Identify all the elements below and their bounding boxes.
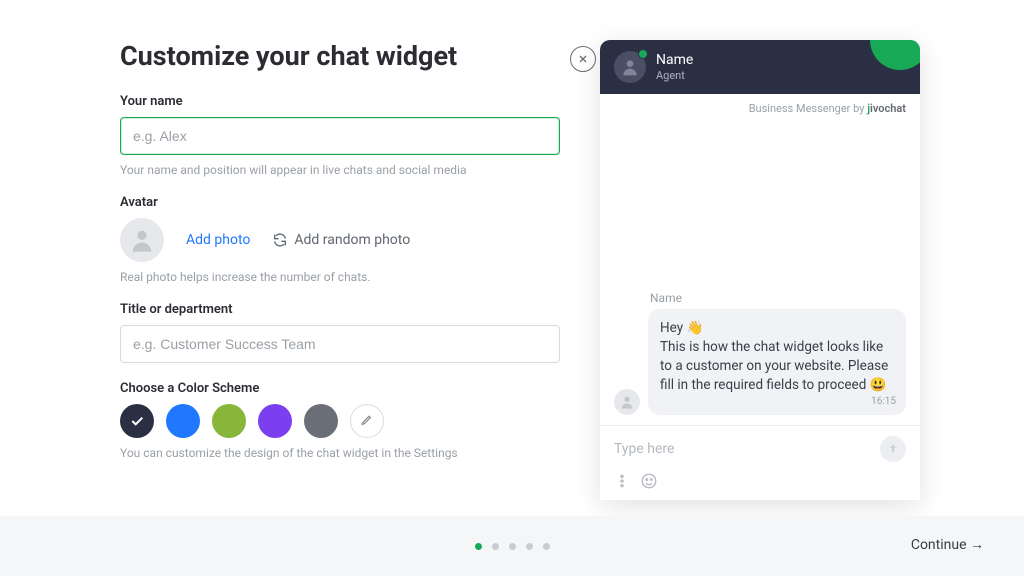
eyedropper-icon	[359, 413, 375, 429]
emoji-icon[interactable]	[640, 472, 658, 490]
step-dot-1[interactable]	[475, 543, 482, 550]
color-section: Choose a Color Scheme You can customize …	[120, 381, 560, 460]
color-swatch-3[interactable]	[212, 404, 246, 438]
add-photo-button[interactable]: Add photo	[186, 232, 250, 248]
color-swatch-5[interactable]	[304, 404, 338, 438]
step-dot-2[interactable]	[492, 543, 499, 550]
message-sender-name: Name	[648, 291, 906, 305]
chat-preview: Name Agent Business Messenger by jivocha…	[600, 40, 920, 500]
page-title: Customize your chat widget	[120, 40, 560, 72]
chat-input-area: Type here	[600, 425, 920, 500]
chat-header-name: Name	[656, 52, 693, 68]
continue-button[interactable]: Continue →	[911, 536, 984, 553]
chat-header-role: Agent	[656, 69, 693, 82]
title-section: Title or department	[120, 302, 560, 363]
more-icon[interactable]	[614, 473, 630, 489]
step-indicator	[475, 543, 550, 550]
color-help: You can customize the design of the chat…	[120, 446, 560, 460]
powered-prefix: Business Messenger by	[749, 102, 867, 115]
step-dot-4[interactable]	[526, 543, 533, 550]
message-text: Hey 👋 This is how the chat widget looks …	[660, 320, 888, 393]
person-icon	[620, 57, 640, 77]
avatar-help: Real photo helps increase the number of …	[120, 270, 560, 284]
check-icon	[129, 413, 145, 429]
color-swatch-4[interactable]	[258, 404, 292, 438]
step-dot-3[interactable]	[509, 543, 516, 550]
message-avatar	[614, 389, 640, 415]
chat-header: Name Agent	[600, 40, 920, 94]
powered-brand: ivochat	[870, 102, 906, 115]
avatar-section: Avatar Add photo Add random photo Real p…	[120, 195, 560, 284]
powered-by: Business Messenger by jivochat	[600, 94, 920, 117]
person-icon	[128, 226, 156, 254]
title-label: Title or department	[120, 302, 560, 317]
avatar-placeholder	[120, 218, 164, 262]
name-help: Your name and position will appear in li…	[120, 163, 560, 177]
close-icon	[577, 53, 589, 65]
avatar-label: Avatar	[120, 195, 560, 210]
footer-bar: Continue →	[0, 516, 1024, 576]
chat-header-avatar	[614, 51, 646, 83]
add-random-photo-button[interactable]: Add random photo	[272, 232, 410, 248]
color-picker-button[interactable]	[350, 404, 384, 438]
title-input[interactable]	[120, 325, 560, 363]
message-bubble: Hey 👋 This is how the chat widget looks …	[648, 309, 906, 415]
close-preview-button[interactable]	[570, 46, 596, 72]
add-random-label: Add random photo	[294, 232, 410, 248]
message-time: 16:15	[871, 395, 896, 409]
color-swatch-2[interactable]	[166, 404, 200, 438]
refresh-icon	[272, 232, 288, 248]
color-label: Choose a Color Scheme	[120, 381, 560, 396]
person-icon	[619, 394, 635, 410]
arrow-up-icon	[886, 442, 900, 456]
name-label: Your name	[120, 94, 560, 109]
name-section: Your name Your name and position will ap…	[120, 94, 560, 177]
step-dot-5[interactable]	[543, 543, 550, 550]
name-input[interactable]	[120, 117, 560, 155]
chat-input-placeholder[interactable]: Type here	[614, 441, 674, 457]
color-swatch-1[interactable]	[120, 404, 154, 438]
send-button[interactable]	[880, 436, 906, 462]
